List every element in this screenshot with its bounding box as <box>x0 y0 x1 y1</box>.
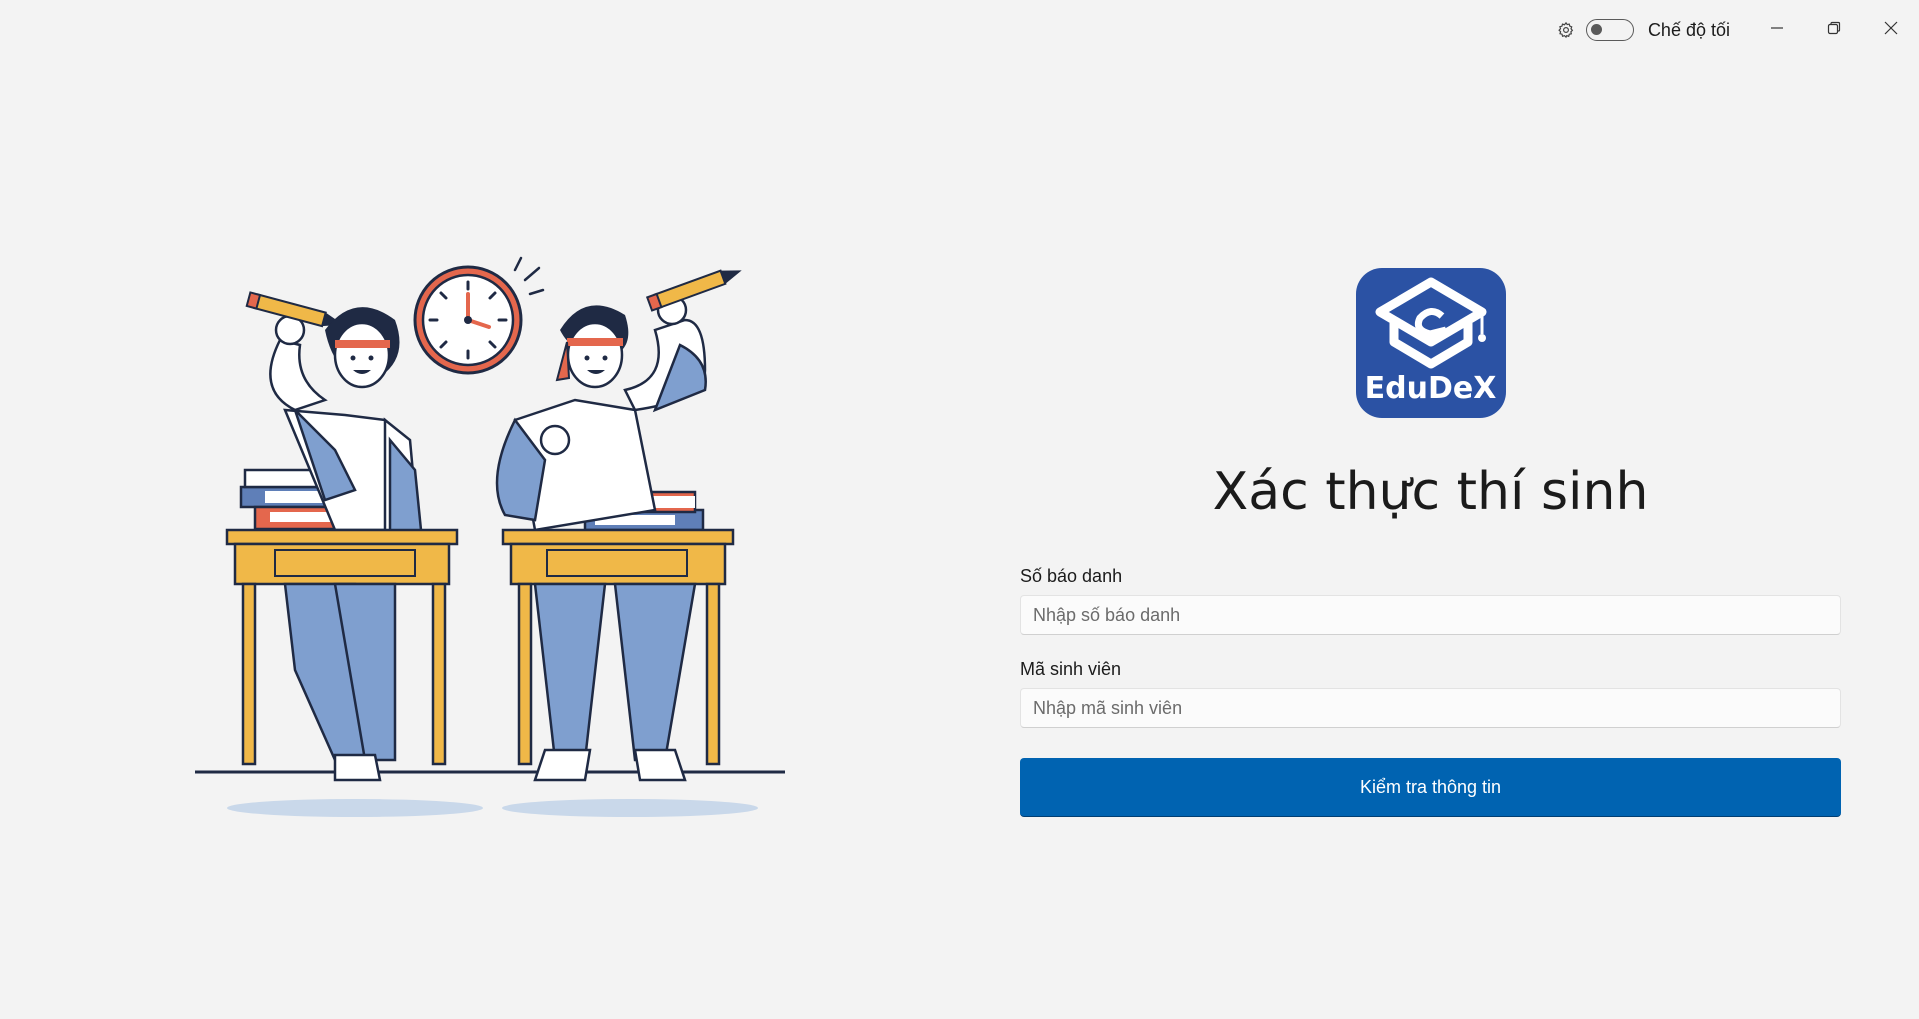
check-info-button[interactable]: Kiểm tra thông tin <box>1020 758 1841 817</box>
sbd-input[interactable] <box>1020 595 1841 635</box>
left-student <box>225 291 459 782</box>
minimize-button[interactable] <box>1748 0 1805 60</box>
dark-mode-settings: Chế độ tối <box>1556 19 1730 41</box>
logo-text: EduDeX <box>1364 371 1497 406</box>
gear-icon[interactable] <box>1556 20 1576 40</box>
dark-mode-label: Chế độ tối <box>1647 19 1730 40</box>
dark-mode-toggle[interactable] <box>1585 19 1634 41</box>
clock-icon <box>413 256 545 375</box>
restore-button[interactable] <box>1805 0 1862 60</box>
sbd-label: Số báo danh <box>1020 566 1123 586</box>
students-exam-illustration <box>185 250 805 830</box>
app-window: Chế độ tối EduDeX Xác thực thí sinh Số b… <box>0 0 1919 1019</box>
toggle-knob <box>1590 24 1602 35</box>
title-bar: Chế độ tối <box>1556 0 1919 60</box>
restore-icon <box>1827 21 1841 40</box>
logo-wrapper: EduDeX <box>1020 268 1841 418</box>
minimize-icon <box>1770 21 1784 40</box>
edudex-logo: EduDeX <box>1355 268 1506 418</box>
page-title: Xác thực thí sinh <box>1212 462 1649 522</box>
close-icon <box>1884 21 1898 40</box>
right-student <box>495 269 742 782</box>
close-button[interactable] <box>1862 0 1919 60</box>
verification-panel: EduDeX Xác thực thí sinh Số báo danh Mã … <box>1020 268 1841 817</box>
msv-input[interactable] <box>1020 688 1841 728</box>
msv-label: Mã sinh viên <box>1020 659 1122 679</box>
